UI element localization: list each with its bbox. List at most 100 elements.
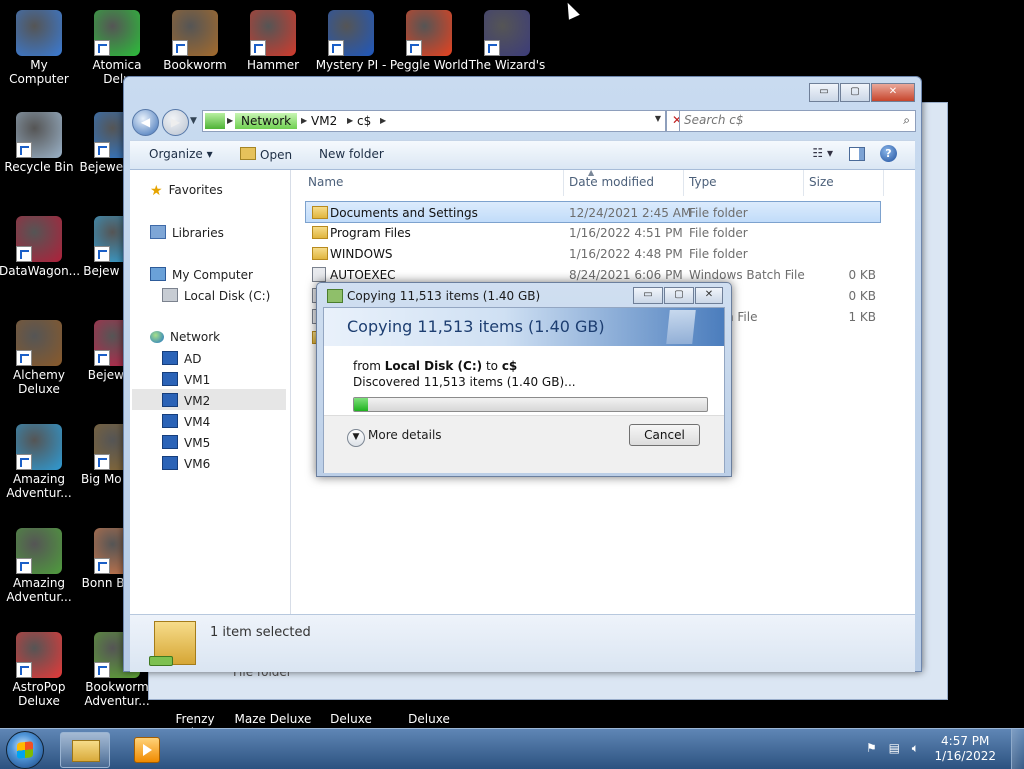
shortcut-arrow-icon xyxy=(94,40,110,56)
cell-type: File folder xyxy=(689,247,748,261)
start-button[interactable] xyxy=(6,731,44,769)
column-divider[interactable] xyxy=(683,170,684,196)
minimize-button[interactable]: ▭ xyxy=(809,83,839,102)
desktop-icon-label: My Computer xyxy=(9,58,69,86)
desktop-icon[interactable]: Recycle Bin xyxy=(0,112,79,174)
address-dropdown-icon[interactable]: ▼ xyxy=(655,114,661,123)
cell-date: 8/24/2021 6:06 PM xyxy=(569,268,683,282)
copy-progress-fill xyxy=(354,398,369,411)
close-button[interactable]: ✕ xyxy=(871,83,915,102)
app-icon xyxy=(16,112,62,158)
new-folder-button[interactable]: New folder xyxy=(319,147,384,161)
shortcut-arrow-icon xyxy=(16,246,32,262)
nav-favorites[interactable]: ★ Favorites xyxy=(150,183,223,199)
desktop-icon-label: The Wizard's xyxy=(468,58,546,72)
copy-icon xyxy=(327,289,343,303)
clock[interactable]: 4:57 PM 1/16/2022 xyxy=(934,734,996,764)
address-bar[interactable]: ▶ Network ▶ VM2 ▶ c$ ▶ ▼ xyxy=(202,110,666,132)
recent-pages-chevron-icon[interactable]: ▼ xyxy=(190,116,197,126)
desktop-icon[interactable]: AstroPop Deluxe xyxy=(0,632,79,708)
table-row[interactable]: Documents and Settings 12/24/2021 2:45 AM… xyxy=(305,201,881,223)
action-center-icon[interactable]: ⚑ xyxy=(866,741,877,755)
search-input[interactable] xyxy=(680,111,888,129)
column-type[interactable]: Type xyxy=(689,175,717,189)
preview-pane-icon[interactable] xyxy=(849,147,865,161)
desktop-icon[interactable]: Hammer xyxy=(233,10,313,72)
open-folder-icon xyxy=(240,147,256,160)
network-tray-icon[interactable]: ▤ xyxy=(889,741,900,755)
desktop-icon[interactable]: Bookworm xyxy=(155,10,235,72)
desktop-icon[interactable]: Atomica Delu xyxy=(77,10,157,86)
column-divider[interactable] xyxy=(883,170,884,196)
selection-status: 1 item selected xyxy=(210,625,311,640)
desktop-icon[interactable]: Amazing Adventur... xyxy=(0,528,79,604)
cancel-button[interactable]: Cancel xyxy=(629,424,700,446)
nav-machine-item[interactable]: VM4 xyxy=(162,414,210,429)
search-box[interactable]: ⌕ xyxy=(679,110,916,132)
notification-area: ⚑ ▤ 🔈︎ xyxy=(866,741,927,756)
breadcrumb-cshare[interactable]: c$ xyxy=(351,113,377,129)
shortcut-arrow-icon xyxy=(250,40,266,56)
shortcut-arrow-icon xyxy=(16,662,32,678)
desktop-icon-label: DataWagon... xyxy=(0,264,81,278)
nav-machine-item[interactable]: AD xyxy=(162,351,201,366)
desktop-icon-label: Alchemy Deluxe xyxy=(13,368,65,396)
breadcrumb-vm2[interactable]: VM2 xyxy=(305,113,343,129)
desktop-icon[interactable]: Amazing Adventur... xyxy=(0,424,79,500)
dialog-title: Copying 11,513 items (1.40 GB) xyxy=(347,289,541,303)
breadcrumb-network[interactable]: Network xyxy=(235,113,298,129)
cell-type: File folder xyxy=(689,206,748,220)
search-icon[interactable]: ⌕ xyxy=(903,113,910,128)
nav-libraries[interactable]: Libraries xyxy=(150,225,224,240)
nav-local-disk[interactable]: Local Disk (C:) xyxy=(162,288,270,303)
desktop-icon-label: Deluxe xyxy=(408,712,450,726)
nav-machine-item[interactable]: VM1 xyxy=(162,372,210,387)
show-desktop-button[interactable] xyxy=(1011,729,1024,769)
taskbar-media-player-button[interactable] xyxy=(134,737,160,763)
table-row[interactable]: WINDOWS 1/16/2022 4:48 PM File folder xyxy=(306,243,880,264)
column-date-modified[interactable]: Date modified xyxy=(569,175,654,189)
nav-network[interactable]: Network xyxy=(150,330,220,344)
desktop-icon[interactable]: My Computer xyxy=(0,10,79,86)
forward-button[interactable]: ▶ xyxy=(162,109,189,136)
desktop-icon[interactable]: Mystery PI - xyxy=(311,10,391,72)
navigation-pane: ★ Favorites Libraries My Computer Local D… xyxy=(130,170,291,614)
volume-icon[interactable]: 🔈︎ xyxy=(912,741,919,755)
taskbar-explorer-button[interactable] xyxy=(60,732,110,768)
shortcut-arrow-icon xyxy=(16,454,32,470)
shortcut-arrow-icon xyxy=(328,40,344,56)
dialog-minimize-button[interactable]: ▭ xyxy=(633,287,663,304)
app-icon xyxy=(16,320,62,366)
column-divider[interactable] xyxy=(563,170,564,196)
open-button[interactable]: Open xyxy=(240,147,292,162)
column-name[interactable]: Name xyxy=(308,175,343,189)
nav-machine-item[interactable]: VM6 xyxy=(162,456,210,471)
nav-machine-item[interactable]: VM2 xyxy=(162,393,210,408)
desktop-icon-label: Maze Deluxe xyxy=(234,712,312,726)
more-details-toggle[interactable]: ▼ More details xyxy=(347,428,442,447)
shortcut-arrow-icon xyxy=(172,40,188,56)
shortcut-arrow-icon xyxy=(94,558,110,574)
organize-button[interactable]: Organize ▾ xyxy=(149,147,213,161)
nav-machine-item[interactable]: VM5 xyxy=(162,435,210,450)
back-button[interactable]: ◀ xyxy=(132,109,159,136)
cell-name: AUTOEXEC xyxy=(330,268,396,282)
desktop-icon[interactable]: DataWagon... xyxy=(0,216,81,278)
change-view-icon[interactable]: ☷ ▾ xyxy=(812,146,833,160)
desktop-icon[interactable]: Alchemy Deluxe xyxy=(0,320,79,396)
crumb-separator-icon[interactable]: ▶ xyxy=(380,113,386,129)
desktop-icon[interactable]: The Wizard's xyxy=(467,10,547,72)
crumb-separator-icon[interactable]: ▶ xyxy=(227,113,233,129)
column-size[interactable]: Size xyxy=(809,175,834,189)
maximize-button[interactable]: ▢ xyxy=(840,83,870,102)
network-crumb-icon[interactable] xyxy=(205,113,225,129)
copy-progress-dialog[interactable]: Copying 11,513 items (1.40 GB) ▭ ▢ ✕ Cop… xyxy=(316,282,732,477)
dialog-maximize-button[interactable]: ▢ xyxy=(664,287,694,304)
nav-my-computer[interactable]: My Computer xyxy=(150,267,253,282)
desktop-icon[interactable]: Peggle World xyxy=(389,10,469,72)
table-row[interactable]: Program Files 1/16/2022 4:51 PM File folde… xyxy=(306,222,880,243)
shortcut-arrow-icon xyxy=(16,142,32,158)
help-icon[interactable]: ? xyxy=(880,145,897,162)
dialog-close-button[interactable]: ✕ xyxy=(695,287,723,304)
column-divider[interactable] xyxy=(803,170,804,196)
